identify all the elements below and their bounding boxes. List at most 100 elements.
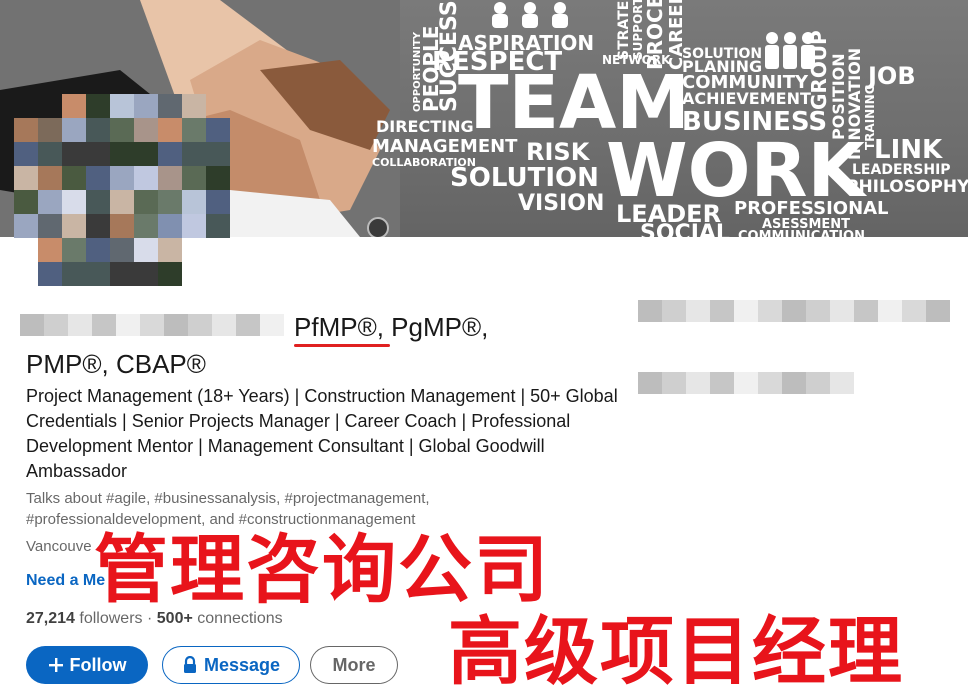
blur-block	[734, 300, 758, 322]
avatar-pixel	[110, 118, 134, 142]
avatar-pixel	[134, 238, 158, 262]
blur-block	[662, 372, 686, 394]
blur-block	[686, 300, 710, 322]
avatar-pixel	[158, 142, 182, 166]
blur-block	[140, 314, 164, 336]
avatar[interactable]	[14, 94, 232, 294]
more-button[interactable]: More	[310, 646, 398, 684]
follow-label: Follow	[69, 654, 127, 675]
avatar-pixel	[182, 214, 206, 238]
blur-block	[830, 300, 854, 322]
avatar-pixel	[206, 190, 230, 214]
svg-text:COMMUNICATION: COMMUNICATION	[738, 229, 865, 237]
followers-count[interactable]: 27,214	[26, 610, 75, 627]
message-button[interactable]: Message	[162, 646, 300, 684]
avatar-pixel	[110, 142, 134, 166]
avatar-pixel	[110, 214, 134, 238]
avatar-pixel	[182, 118, 206, 142]
avatar-pixel	[182, 142, 206, 166]
blur-block	[806, 372, 830, 394]
avatar-pixel	[158, 118, 182, 142]
svg-text:SOLUTION: SOLUTION	[682, 46, 762, 62]
avatar-pixel	[134, 94, 158, 118]
follow-button[interactable]: Follow	[26, 646, 148, 684]
lock-icon	[183, 656, 196, 673]
avatar-pixel	[182, 190, 206, 214]
avatar-pixel	[86, 94, 110, 118]
svg-text:RISK: RISK	[526, 138, 591, 166]
blur-block	[260, 314, 284, 336]
avatar-pixel	[86, 238, 110, 262]
blur-block	[92, 314, 116, 336]
avatar-pixel	[38, 262, 62, 286]
avatar-pixel	[182, 166, 206, 190]
avatar-pixel	[62, 118, 86, 142]
blur-block	[638, 372, 662, 394]
blur-block	[758, 372, 782, 394]
svg-text:VISION: VISION	[518, 191, 604, 216]
blur-block	[686, 372, 710, 394]
svg-text:PHILOSOPHY: PHILOSOPHY	[846, 177, 968, 197]
avatar-pixel	[14, 118, 38, 142]
avatar-pixel	[134, 142, 158, 166]
avatar-pixel	[110, 262, 134, 286]
avatar-pixel	[206, 142, 230, 166]
avatar-pixel	[206, 118, 230, 142]
people-icon	[492, 2, 568, 28]
profile-name-credentials-1: PfMP®, PgMP®,	[294, 312, 489, 342]
avatar-pixel	[38, 190, 62, 214]
blurred-education[interactable]	[638, 372, 854, 394]
avatar-pixel	[134, 166, 158, 190]
svg-text:TRAINING: TRAINING	[863, 84, 877, 150]
svg-text:PROCESS: PROCESS	[643, 0, 667, 70]
blur-block	[734, 372, 758, 394]
svg-text:LEADERSHIP: LEADERSHIP	[852, 162, 951, 178]
blurred-company[interactable]	[638, 300, 950, 322]
svg-text:OPPORTUNITY: OPPORTUNITY	[412, 31, 423, 112]
avatar-pixel	[14, 142, 38, 166]
avatar-pixel	[86, 262, 110, 286]
svg-text:CAREER: CAREER	[666, 0, 687, 70]
avatar-pixel	[182, 94, 206, 118]
avatar-pixel	[134, 118, 158, 142]
blur-block	[662, 300, 686, 322]
avatar-pixel	[206, 214, 230, 238]
avatar-pixel	[86, 142, 110, 166]
avatar-pixel	[14, 166, 38, 190]
avatar-pixel	[86, 214, 110, 238]
blur-block	[188, 314, 212, 336]
svg-text:BUSINESS: BUSINESS	[682, 107, 827, 137]
overlay-caption-2: 高级项目经理	[447, 608, 904, 696]
svg-text:SUPPORT: SUPPORT	[631, 0, 645, 60]
avatar-pixel	[158, 94, 182, 118]
avatar-pixel	[38, 238, 62, 262]
profile-name-credentials-2: PMP®, CBAP®	[26, 349, 206, 379]
svg-text:COLLABORATION: COLLABORATION	[372, 156, 476, 169]
avatar-pixel	[62, 142, 86, 166]
blur-block	[782, 300, 806, 322]
svg-text:SOCIAL: SOCIAL	[640, 221, 730, 237]
avatar-pixel	[110, 94, 134, 118]
avatar-pixel	[158, 238, 182, 262]
avatar-pixel	[62, 262, 86, 286]
blur-block	[806, 300, 830, 322]
svg-text:STRATEGY: STRATEGY	[616, 0, 632, 60]
avatar-pixel	[86, 190, 110, 214]
blur-block	[710, 300, 734, 322]
blur-block	[758, 300, 782, 322]
svg-text:INNOVATION: INNOVATION	[845, 48, 864, 160]
team-silhouettes-icon	[765, 32, 815, 69]
blur-block	[830, 372, 854, 394]
avatar-pixel	[86, 118, 110, 142]
svg-text:MANAGEMENT: MANAGEMENT	[372, 136, 518, 157]
plus-icon	[48, 658, 63, 672]
blur-block	[68, 314, 92, 336]
avatar-pixel	[14, 214, 38, 238]
avatar-pixel	[38, 214, 62, 238]
profile-headline: Project Management (18+ Years) | Constru…	[26, 386, 618, 481]
avatar-pixel	[134, 214, 158, 238]
blur-block	[710, 372, 734, 394]
blur-block	[926, 300, 950, 322]
blur-block	[164, 314, 188, 336]
avatar-pixel	[158, 262, 182, 286]
